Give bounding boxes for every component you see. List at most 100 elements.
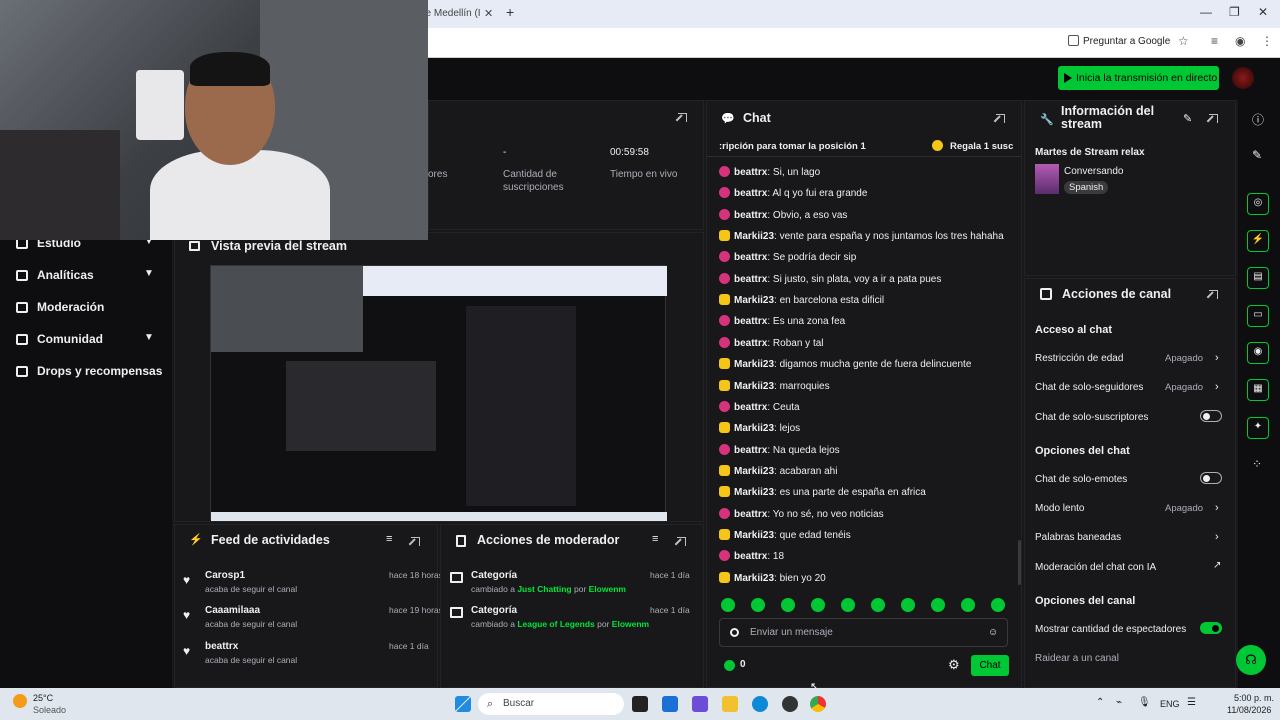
profile-icon[interactable]: ◉ — [1235, 34, 1245, 48]
chat-username[interactable]: Markii23 — [734, 487, 774, 498]
reading-list-icon[interactable]: ≡ — [1211, 34, 1218, 48]
mod-action-item[interactable]: Categoría cambiado a Just Chatting por E… — [450, 570, 695, 594]
activity-item[interactable]: ♥ Caaamilaaa acaba de seguir el canal hace … — [183, 605, 443, 629]
weather-temp[interactable]: 25°C — [33, 693, 53, 703]
emote-icon[interactable] — [721, 598, 735, 612]
emote-picker-icon[interactable]: ☺ — [988, 627, 998, 638]
nav-item-analiticas[interactable]: Analíticas ▼ — [16, 268, 154, 282]
nav-item-comunidad[interactable]: Comunidad ▼ — [16, 332, 154, 346]
wrench-icon[interactable]: ✦ — [1247, 417, 1269, 439]
chat-username[interactable]: Markii23 — [734, 359, 774, 370]
app-icon[interactable] — [692, 696, 708, 712]
chat-message[interactable]: Markii23: es una parte de españa en afri… — [719, 486, 926, 498]
mod-action-value[interactable]: Just Chatting — [517, 584, 571, 594]
chat-username[interactable]: beattrx — [734, 188, 767, 199]
tray-overflow-icon[interactable]: ⌃ — [1096, 697, 1104, 708]
filter-icon[interactable]: ≡ — [386, 533, 392, 545]
activity-item[interactable]: ♥ beattrx acaba de seguir el canal hace 1 d… — [183, 641, 434, 665]
browser-tab[interactable]: de Medellín (I ✕ — [420, 3, 500, 28]
mod-action-item[interactable]: Categoría cambiado a League of Legends p… — [450, 605, 695, 629]
emote-icon[interactable] — [901, 598, 915, 612]
emotes-only-toggle[interactable] — [1200, 472, 1222, 484]
ai-moderation-label[interactable]: Moderación del chat con IA — [1035, 562, 1156, 573]
network-icon[interactable]: ⌁ — [1116, 697, 1122, 708]
popout-icon[interactable] — [678, 113, 687, 122]
nav-item-moderacion[interactable]: Moderación — [16, 300, 104, 314]
popout-icon[interactable] — [996, 114, 1005, 123]
edit-pencil-icon[interactable]: ✎ — [1252, 148, 1262, 162]
age-restriction-label[interactable]: Restricción de edad — [1035, 353, 1123, 364]
mic-icon[interactable]: 🎙 — [1138, 697, 1151, 708]
edge-icon[interactable] — [752, 696, 768, 712]
chat-message[interactable]: Markii23: en barcelona esta dificil — [719, 294, 884, 306]
chat-username[interactable]: beattrx — [734, 551, 767, 562]
windows-start-icon[interactable] — [455, 696, 471, 712]
emote-icon[interactable] — [931, 598, 945, 612]
chat-bubble-icon[interactable]: ▭ — [1247, 305, 1269, 327]
chat-username[interactable]: Markii23 — [734, 530, 774, 541]
raid-channel-label[interactable]: Raidear a un canal — [1035, 653, 1119, 664]
chevron-right-icon[interactable]: › — [1215, 381, 1219, 393]
external-link-icon[interactable]: ↗ — [1213, 560, 1221, 571]
chat-message[interactable]: Markii23: marroquies — [719, 379, 830, 392]
chevron-right-icon[interactable]: › — [1215, 531, 1219, 543]
chat-message[interactable]: Markii23: digamos mucha gente de fuera d… — [719, 358, 971, 370]
store-icon[interactable] — [662, 696, 678, 712]
chat-username[interactable]: Markii23 — [734, 423, 774, 434]
add-action-icon[interactable]: ⁘ — [1252, 457, 1262, 471]
chat-message[interactable]: beattrx: Si, un lago — [719, 166, 820, 178]
chat-message[interactable]: beattrx: 18 — [719, 550, 784, 562]
chat-message[interactable]: beattrx: Se podría decir sip — [719, 251, 856, 263]
mod-action-user[interactable]: Elowenm — [612, 619, 649, 629]
chat-message[interactable]: Markii23: acabaran ahi — [719, 464, 837, 477]
chat-username[interactable]: Markii23 — [734, 231, 774, 242]
popout-icon[interactable] — [1209, 114, 1218, 123]
clock-time[interactable]: 5:00 p. m. — [1234, 693, 1274, 703]
chat-message[interactable]: Markii23: bien yo 20 — [719, 571, 826, 584]
followers-only-label[interactable]: Chat de solo-seguidores — [1035, 382, 1143, 393]
edit-pencil-icon[interactable]: ✎ — [1183, 112, 1192, 125]
chevron-right-icon[interactable]: › — [1215, 502, 1219, 514]
clip-icon[interactable]: ◎ — [1247, 193, 1269, 215]
close-tab-icon[interactable]: ✕ — [484, 3, 493, 25]
chat-message[interactable]: beattrx: Ceuta — [719, 400, 800, 413]
chrome-icon[interactable] — [810, 696, 826, 712]
layout-icon[interactable]: ▦ — [1247, 379, 1269, 401]
chat-username[interactable]: beattrx — [734, 402, 767, 413]
chat-settings-gear-icon[interactable]: ⚙ — [948, 657, 960, 673]
language-indicator[interactable]: ENG — [1160, 699, 1180, 709]
emote-icon[interactable] — [751, 598, 765, 612]
popout-icon[interactable] — [677, 537, 686, 546]
taskbar-search[interactable]: ⌕ Buscar — [478, 693, 624, 715]
ask-google-button[interactable]: Preguntar a Google — [1068, 34, 1170, 50]
emote-icon[interactable] — [871, 598, 885, 612]
go-live-button[interactable]: Inicia la transmisión en directo — [1058, 66, 1219, 90]
chat-username[interactable]: beattrx — [734, 274, 767, 285]
chat-message[interactable]: beattrx: Yo no sé, no veo noticias — [719, 507, 884, 520]
wifi-icon[interactable]: ☰ — [1187, 697, 1196, 708]
chat-username[interactable]: Markii23 — [734, 381, 774, 392]
chat-message[interactable]: Markii23: vente para españa y nos juntam… — [719, 230, 1004, 242]
slow-mode-label[interactable]: Modo lento — [1035, 503, 1084, 514]
task-view-icon[interactable] — [632, 696, 648, 712]
activity-item[interactable]: ♥ Carosp1 acaba de seguir el canal hace 18 … — [183, 570, 443, 594]
clock-date[interactable]: 11/08/2026 — [1227, 705, 1271, 715]
chat-username[interactable]: beattrx — [734, 167, 767, 178]
maximize-icon[interactable]: ❐ — [1229, 5, 1240, 19]
chat-message[interactable]: beattrx: Al q yo fui era grande — [719, 187, 867, 199]
chat-username[interactable]: beattrx — [734, 509, 767, 520]
chat-message[interactable]: beattrx: Roban y tal — [719, 336, 824, 349]
minimize-icon[interactable]: — — [1200, 5, 1212, 19]
chat-scrollbar[interactable] — [1018, 540, 1021, 585]
user-avatar[interactable] — [1232, 67, 1254, 89]
chat-username[interactable]: beattrx — [734, 252, 767, 263]
mod-action-user[interactable]: Elowenm — [589, 584, 626, 594]
chat-message[interactable]: beattrx: Es una zona fea — [719, 315, 845, 327]
notes-icon[interactable]: ▤ — [1247, 267, 1269, 289]
chat-send-button[interactable]: Chat — [971, 655, 1009, 676]
emote-icon[interactable] — [991, 598, 1005, 612]
file-explorer-icon[interactable] — [722, 696, 738, 712]
info-icon[interactable]: ⓘ — [1252, 111, 1264, 128]
filter-icon[interactable]: ≡ — [652, 533, 658, 545]
chat-username[interactable]: beattrx — [734, 210, 767, 221]
